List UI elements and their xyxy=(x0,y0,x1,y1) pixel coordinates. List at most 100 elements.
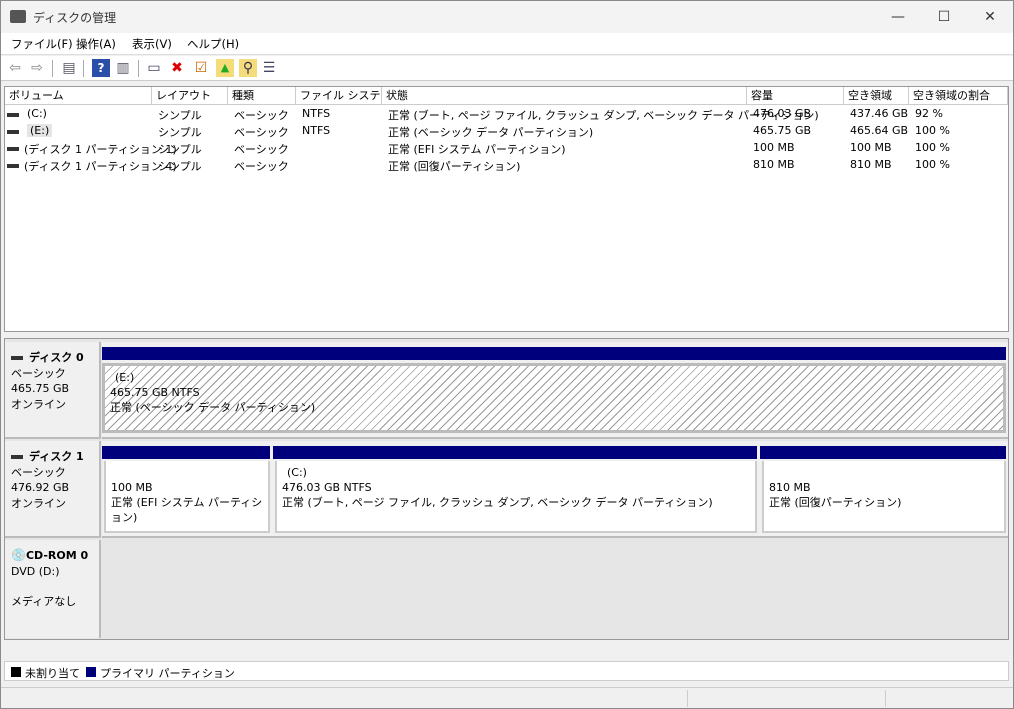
cell-7: 100 % xyxy=(915,141,950,154)
console-tree-icon[interactable]: ▤ xyxy=(60,59,78,77)
partition-c[interactable]: (C:) 476.03 GB NTFS 正常 (ブート, ページ ファイル, ク… xyxy=(275,461,757,533)
cell-2: ベーシック xyxy=(234,109,289,122)
back-icon[interactable]: ⇦ xyxy=(6,59,24,77)
title-bar: ディスクの管理 — ☐ ✕ xyxy=(1,1,1013,33)
partition-status: 正常 (回復パーティション) xyxy=(769,496,902,509)
cell-2: ベーシック xyxy=(234,143,289,156)
open-icon[interactable]: ▲ xyxy=(216,59,234,77)
menu-help[interactable]: ヘルプ(H) xyxy=(187,36,239,52)
disk-icon xyxy=(11,455,23,459)
cdrom-0-label[interactable]: 💿CD-ROM 0 DVD (D:) メディアなし xyxy=(5,540,101,638)
cell-4: 正常 (EFI システム パーティション) xyxy=(388,143,566,156)
column-header-volume[interactable]: ボリューム xyxy=(5,87,152,105)
cdrom-icon: 💿 xyxy=(11,548,26,562)
volume-icon xyxy=(7,130,19,134)
partition-label: (E:) xyxy=(115,371,135,384)
explore-icon[interactable]: ⚲ xyxy=(239,59,257,77)
cell-2: ベーシック xyxy=(234,160,289,173)
status-divider xyxy=(687,690,688,707)
partition-e[interactable]: (E:) 465.75 GB NTFS 正常 (ベーシック データ パーティショ… xyxy=(102,363,1006,433)
disk-type: DVD (D:) xyxy=(11,564,60,578)
disk-status: メディアなし xyxy=(11,595,77,608)
forward-icon[interactable]: ⇨ xyxy=(28,59,46,77)
cell-3: NTFS xyxy=(302,107,331,120)
column-header-capacity[interactable]: 容量 xyxy=(747,87,844,105)
partition-status: 正常 (ベーシック データ パーティション) xyxy=(110,401,316,414)
cell-5: 100 MB xyxy=(753,141,795,154)
toolbar: ⇦ ⇨ ▤ ? ▥ ▭ ✖ ☑ ▲ ⚲ ☰ xyxy=(1,56,1013,81)
menu-view[interactable]: 表示(V) xyxy=(132,36,172,52)
partition-recovery[interactable]: 810 MB 正常 (回復パーティション) xyxy=(762,461,1006,533)
disk-status: オンライン xyxy=(11,496,66,510)
legend-unallocated: 未割り当て xyxy=(25,667,80,680)
menu-file[interactable]: ファイル(F) xyxy=(11,36,73,52)
toolbar-separator xyxy=(83,60,84,77)
cell-3: NTFS xyxy=(302,124,331,137)
partition-status: 正常 (EFI システム パーティション) xyxy=(111,496,263,524)
partition-status: 正常 (ブート, ページ ファイル, クラッシュ ダンプ, ベーシック データ … xyxy=(282,496,713,509)
primary-partition-bar xyxy=(760,446,1006,459)
volume-row[interactable]: (ディスク 1 パーティション 1) シンプル ベーシック 正常 (EFI システム … xyxy=(5,140,1008,157)
cell-4: 正常 (ベーシック データ パーティション) xyxy=(388,126,594,139)
connect-drive-icon[interactable]: ▭ xyxy=(145,59,163,77)
window-title: ディスクの管理 xyxy=(33,11,117,25)
disk-type: ベーシック xyxy=(11,366,66,380)
partition-size: 100 MB xyxy=(111,481,153,494)
cell-5: 476.03 GB xyxy=(753,107,812,120)
cell-5: 810 MB xyxy=(753,158,795,171)
cell-0: (ディスク 1 パーティション 1) xyxy=(24,143,177,156)
disk-name: CD-ROM 0 xyxy=(25,549,89,562)
column-header-type[interactable]: 種類 xyxy=(228,87,296,105)
help-icon[interactable]: ? xyxy=(92,59,110,77)
action-pane-icon[interactable]: ▥ xyxy=(114,59,132,77)
disk-1-label[interactable]: ディスク 1 ベーシック 476.92 GB オンライン xyxy=(5,441,101,538)
cell-0: (ディスク 1 パーティション 4) xyxy=(24,160,177,173)
cell-0: (C:) xyxy=(27,107,47,120)
disk-management-icon xyxy=(10,10,26,23)
cell-5: 465.75 GB xyxy=(753,124,812,137)
partition-size: 465.75 GB NTFS xyxy=(110,386,200,399)
unallocated-swatch xyxy=(11,667,21,677)
disk-name: ディスク 1 xyxy=(29,450,84,463)
legend-primary-partition: プライマリ パーティション xyxy=(100,667,235,680)
disk-size: 476.92 GB xyxy=(11,481,70,494)
volume-list: ボリューム レイアウト 種類 ファイル システム 状態 容量 空き領域 空き領域… xyxy=(4,86,1009,332)
properties-icon[interactable]: ☑ xyxy=(192,59,210,77)
delete-icon[interactable]: ✖ xyxy=(168,59,186,77)
volume-row[interactable]: (E:) シンプル ベーシック NTFS 正常 (ベーシック データ パーティション) 4… xyxy=(5,123,1008,140)
partition-efi[interactable]: 100 MB 正常 (EFI システム パーティション) xyxy=(104,461,270,533)
maximize-button[interactable]: ☐ xyxy=(921,1,967,33)
column-header-layout[interactable]: レイアウト xyxy=(152,87,228,105)
cell-1: シンプル xyxy=(158,109,202,122)
cell-7: 100 % xyxy=(915,158,950,171)
volume-row[interactable]: (C:) シンプル ベーシック NTFS 正常 (ブート, ページ ファイル, クラッシ… xyxy=(5,106,1008,123)
column-header-status[interactable]: 状態 xyxy=(382,87,747,105)
list-icon[interactable]: ☰ xyxy=(260,59,278,77)
status-bar xyxy=(1,687,1013,708)
toolbar-separator xyxy=(52,60,53,77)
disk-1-partitions: 100 MB 正常 (EFI システム パーティション) (C:) 476.03… xyxy=(102,441,1008,538)
cell-1: シンプル xyxy=(158,126,202,139)
column-header-free-percent[interactable]: 空き領域の割合 xyxy=(909,87,1008,105)
close-button[interactable]: ✕ xyxy=(967,1,1013,33)
volume-icon xyxy=(7,113,19,117)
column-header-free-space[interactable]: 空き領域 xyxy=(844,87,909,105)
column-header-filesystem[interactable]: ファイル システム xyxy=(296,87,382,105)
cell-0: (E:) xyxy=(27,124,53,137)
disk-0-label[interactable]: ディスク 0 ベーシック 465.75 GB オンライン xyxy=(5,342,101,439)
disk-name: ディスク 0 xyxy=(29,351,84,364)
volume-row[interactable]: (ディスク 1 パーティション 4) シンプル ベーシック 正常 (回復パーティション… xyxy=(5,157,1008,174)
volume-icon xyxy=(7,147,19,151)
volume-icon xyxy=(7,164,19,168)
minimize-button[interactable]: — xyxy=(875,1,921,33)
cell-6: 810 MB xyxy=(850,158,892,171)
disk-icon xyxy=(11,356,23,360)
cell-2: ベーシック xyxy=(234,126,289,139)
cell-4: 正常 (回復パーティション) xyxy=(388,160,521,173)
cell-7: 100 % xyxy=(915,124,950,137)
primary-partition-swatch xyxy=(86,667,96,677)
disk-size: 465.75 GB xyxy=(11,382,70,395)
disk-status: オンライン xyxy=(11,397,66,411)
menu-action[interactable]: 操作(A) xyxy=(76,36,116,52)
primary-partition-bar xyxy=(102,347,1006,360)
